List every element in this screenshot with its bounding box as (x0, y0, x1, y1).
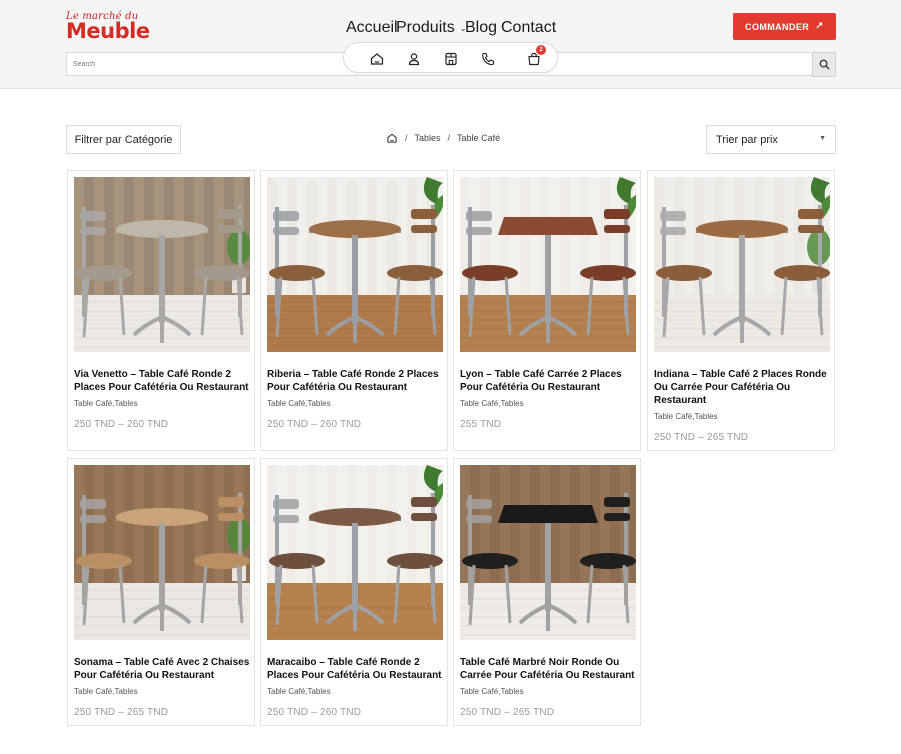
product-categories[interactable]: Table Café,Tables (267, 687, 331, 696)
product-title[interactable]: Sonama – Table Café Avec 2 Chaises Pour … (74, 656, 250, 682)
user-icon[interactable] (406, 51, 422, 67)
home-icon[interactable] (369, 51, 385, 67)
logo-wordmark: Meuble (66, 19, 150, 43)
product-title[interactable]: Table Café Marbré Noir Ronde Ou Carrée P… (460, 656, 636, 682)
quick-icons-bar: 2 (343, 42, 558, 73)
product-categories[interactable]: Table Café,Tables (267, 399, 331, 408)
commander-button[interactable]: COMMANDER ↗ (733, 13, 836, 40)
product-image[interactable] (74, 465, 250, 640)
product-card[interactable]: Lyon – Table Café Carrée 2 Places Pour C… (453, 170, 641, 451)
product-categories[interactable]: Table Café,Tables (460, 399, 524, 408)
search-button[interactable] (812, 52, 836, 77)
product-image[interactable] (460, 177, 636, 352)
cart-icon[interactable]: 2 (526, 45, 546, 67)
breadcrumb-item-tables[interactable]: Tables (415, 133, 441, 143)
commander-label: COMMANDER (745, 21, 810, 32)
product-price: 250 TND – 265 TND (654, 432, 749, 443)
home-icon[interactable] (386, 132, 398, 144)
product-title[interactable]: Lyon – Table Café Carrée 2 Places Pour C… (460, 368, 636, 394)
nav-item-contact[interactable]: Contact (501, 19, 556, 37)
product-price: 250 TND – 260 TND (267, 419, 362, 430)
product-card[interactable]: Table Café Marbré Noir Ronde Ou Carrée P… (453, 458, 641, 726)
nav-item-accueil[interactable]: Accueil (346, 19, 398, 37)
product-card[interactable]: Sonama – Table Café Avec 2 Chaises Pour … (67, 458, 255, 726)
breadcrumb-separator: / (447, 133, 451, 143)
breadcrumb-separator: / (405, 133, 408, 143)
site-logo[interactable]: Le marché du Meuble (66, 11, 156, 43)
product-title[interactable]: Maracaibo – Table Café Ronde 2 Places Po… (267, 656, 443, 682)
product-price: 250 TND – 265 TND (460, 707, 555, 718)
site-header: Le marché du Meuble Accueil Produits ⌄ Bl… (0, 0, 901, 89)
filter-by-category-button[interactable]: Filtrer par Catégorie (66, 125, 181, 154)
chevron-down-icon: ▼ (819, 135, 826, 142)
breadcrumb-item-current: Table Café (457, 133, 501, 143)
product-title[interactable]: Indiana – Table Café 2 Places Ronde Ou C… (654, 368, 830, 407)
product-categories[interactable]: Table Café,Tables (74, 399, 138, 408)
sort-label: Trier par prix (716, 133, 778, 146)
product-price: 255 TND (460, 419, 502, 430)
nav-item-blog[interactable]: Blog (465, 19, 497, 37)
arrow-up-right-icon: ↗ (815, 21, 824, 32)
product-categories[interactable]: Table Café,Tables (460, 687, 524, 696)
product-image[interactable] (74, 177, 250, 352)
breadcrumb: / Tables / Table Café (386, 132, 500, 144)
product-categories[interactable]: Table Café,Tables (74, 687, 138, 696)
nav-item-produits[interactable]: Produits ⌄ (396, 19, 466, 37)
store-icon[interactable] (443, 51, 459, 67)
sort-by-price-select[interactable]: Trier par prix ▼ (706, 125, 836, 154)
product-image[interactable] (460, 465, 636, 640)
product-image[interactable] (654, 177, 830, 352)
product-card[interactable]: Riberia – Table Café Ronde 2 Places Pour… (260, 170, 448, 451)
product-price: 250 TND – 265 TND (74, 707, 169, 718)
product-title[interactable]: Via Venetto – Table Café Ronde 2 Places … (74, 368, 250, 394)
product-card[interactable]: Indiana – Table Café 2 Places Ronde Ou C… (647, 170, 835, 451)
product-card[interactable]: Maracaibo – Table Café Ronde 2 Places Po… (260, 458, 448, 726)
product-price: 250 TND – 260 TND (267, 707, 362, 718)
nav-item-produits-label: Produits (396, 19, 455, 36)
product-price: 250 TND – 260 TND (74, 419, 169, 430)
product-categories[interactable]: Table Café,Tables (654, 412, 718, 421)
product-image[interactable] (267, 465, 443, 640)
product-image[interactable] (267, 177, 443, 352)
product-title[interactable]: Riberia – Table Café Ronde 2 Places Pour… (267, 368, 443, 394)
cart-count-badge: 2 (536, 45, 546, 55)
phone-icon[interactable] (480, 51, 496, 67)
product-card[interactable]: Via Venetto – Table Café Ronde 2 Places … (67, 170, 255, 451)
search-icon (819, 59, 830, 70)
